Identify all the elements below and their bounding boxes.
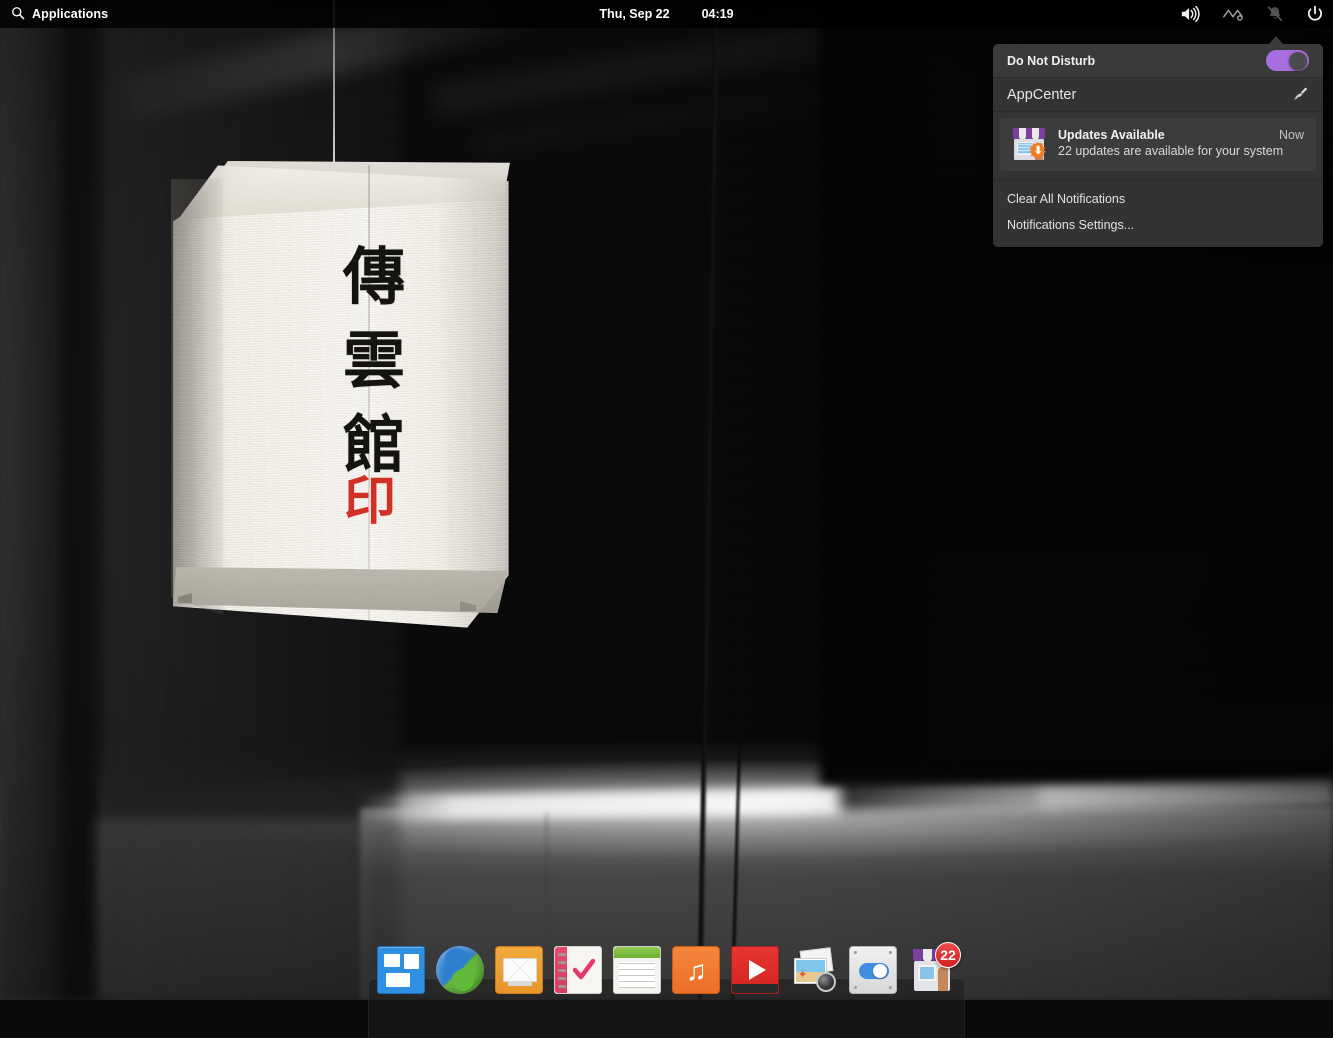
network-icon[interactable] xyxy=(1222,6,1244,22)
datetime-indicator[interactable]: Thu, Sep 22 04:19 xyxy=(517,7,817,21)
download-arrow-icon: ⬇ xyxy=(1034,146,1042,156)
indicator-area xyxy=(1180,0,1324,28)
camera-lens-icon xyxy=(816,972,836,992)
notification-timestamp: Now xyxy=(1279,128,1304,142)
panel-date: Thu, Sep 22 xyxy=(599,7,669,21)
dock-item-videos[interactable] xyxy=(731,946,779,994)
calendar-icon xyxy=(613,946,661,994)
popover-arrow xyxy=(1268,36,1284,45)
notification-actions: Clear All Notifications Notifications Se… xyxy=(993,180,1323,247)
dock-item-music[interactable]: ♫ xyxy=(672,946,720,994)
music-note-icon: ♫ xyxy=(672,946,720,994)
notification-bell-muted-icon[interactable] xyxy=(1266,5,1284,23)
broom-icon[interactable] xyxy=(1292,86,1309,103)
dock-item-calendar[interactable] xyxy=(613,946,661,994)
dock: ♫ ✦ xyxy=(368,944,965,1000)
applications-label: Applications xyxy=(32,7,108,21)
tasks-notebook-icon xyxy=(554,946,602,994)
notification-center-popover: Do Not Disturb AppCenter xyxy=(993,44,1323,247)
dock-item-mail[interactable] xyxy=(495,946,543,994)
notification-text: Updates Available Now 22 updates are ava… xyxy=(1058,128,1304,160)
do-not-disturb-toggle[interactable] xyxy=(1266,50,1309,71)
applications-menu-button[interactable]: Applications xyxy=(0,6,108,23)
toggle-knob xyxy=(1289,52,1307,70)
notification-body: 22 updates are available for your system xyxy=(1058,144,1283,158)
multitasking-icon xyxy=(377,946,425,994)
mail-icon xyxy=(495,946,543,994)
dock-item-multitasking[interactable] xyxy=(377,946,425,994)
dock-item-tasks[interactable] xyxy=(554,946,602,994)
notification-group-title: AppCenter xyxy=(1007,87,1076,103)
appcenter-badge-count: 22 xyxy=(935,942,961,968)
dock-item-appcenter[interactable]: 22 xyxy=(908,946,956,994)
dock-item-photos[interactable]: ✦ xyxy=(790,946,838,994)
search-icon xyxy=(11,6,25,23)
do-not-disturb-label: Do Not Disturb xyxy=(1007,54,1095,68)
system-settings-toggle-icon xyxy=(849,946,897,994)
clear-all-notifications[interactable]: Clear All Notifications xyxy=(993,186,1323,212)
dock-item-web-browser[interactable] xyxy=(436,946,484,994)
video-play-icon xyxy=(731,946,779,994)
top-panel: Applications Thu, Sep 22 04:19 xyxy=(0,0,1333,28)
panel-time: 04:19 xyxy=(702,7,734,21)
volume-icon[interactable] xyxy=(1180,5,1200,23)
notification-group-header: AppCenter xyxy=(993,78,1323,112)
notification-title: Updates Available xyxy=(1058,128,1165,142)
notification-item[interactable]: ⬇ Updates Available Now 22 updates are a… xyxy=(1000,118,1316,171)
do-not-disturb-row[interactable]: Do Not Disturb xyxy=(993,44,1323,78)
photos-icon: ✦ xyxy=(790,946,838,994)
web-browser-globe-icon xyxy=(436,946,484,994)
dock-item-system-settings[interactable] xyxy=(849,946,897,994)
appcenter-icon: ⬇ xyxy=(1012,128,1046,160)
power-icon[interactable] xyxy=(1306,5,1324,23)
notification-list: ⬇ Updates Available Now 22 updates are a… xyxy=(993,112,1323,180)
checkmark-icon xyxy=(573,959,595,981)
notifications-settings[interactable]: Notifications Settings... xyxy=(993,212,1323,238)
